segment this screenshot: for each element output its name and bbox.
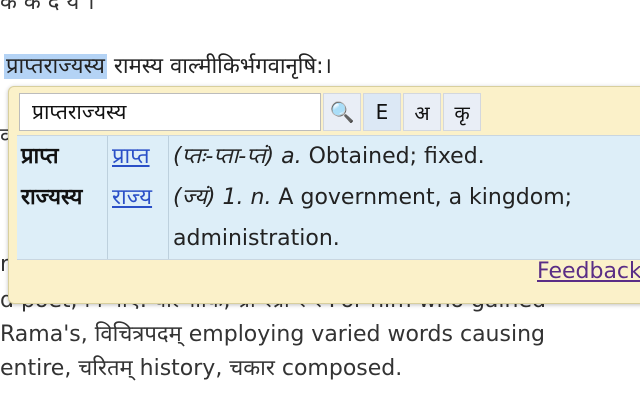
lookup-input[interactable]	[19, 93, 321, 131]
feedback-link[interactable]: Feedback	[537, 259, 640, 284]
cut-off-text-line: क क द य ।	[0, 0, 95, 15]
devanagari-button[interactable]: अ	[403, 93, 441, 131]
english-button[interactable]: E	[363, 93, 401, 131]
result-forms: (ज्यं)	[173, 185, 216, 210]
dictionary-popup: 🔍 E अ कृ प्राप्त प्राप्त (प्तः-प्ता-प्तं…	[8, 86, 640, 304]
root-link[interactable]: प्राप्त	[112, 144, 150, 169]
result-definition: (ज्यं) 1. n. A government, a kingdom; ad…	[169, 177, 640, 259]
krt-button[interactable]: कृ	[443, 93, 481, 131]
result-definition: (प्तः-प्ता-प्तं) a. Obtained; fixed.	[169, 136, 640, 177]
result-grammar: a.	[281, 144, 302, 169]
search-icon[interactable]: 🔍	[323, 93, 361, 131]
translation-line-2: Rama's, विचित्रपदम् employing varied wor…	[0, 322, 545, 347]
popup-toolbar: 🔍 E अ कृ	[19, 93, 481, 131]
result-meaning: Obtained; fixed.	[301, 144, 485, 169]
sanskrit-verse: प्राप्तराज्यस्य रामस्य वाल्मीकिर्भगवानृष…	[4, 50, 332, 80]
verse-rest: रामस्य वाल्मीकिर्भगवानृषि:।	[106, 54, 332, 79]
result-word: राज्यस्य	[17, 177, 108, 259]
result-word: प्राप्त	[17, 136, 108, 177]
translation-line-3: entire, चरितम् history, चकार composed.	[0, 356, 403, 381]
root-link[interactable]: राज्य	[112, 185, 152, 210]
results-table: प्राप्त प्राप्त (प्तः-प्ता-प्तं) a. Obta…	[17, 135, 640, 260]
table-row: राज्यस्य राज्य (ज्यं) 1. n. A government…	[17, 177, 640, 259]
result-forms: (प्तः-प्ता-प्तं)	[173, 144, 275, 169]
selected-word[interactable]: प्राप्तराज्यस्य	[4, 54, 107, 79]
table-row: प्राप्त प्राप्त (प्तः-प्ता-प्तं) a. Obta…	[17, 136, 640, 177]
result-grammar: 1. n.	[222, 185, 272, 210]
